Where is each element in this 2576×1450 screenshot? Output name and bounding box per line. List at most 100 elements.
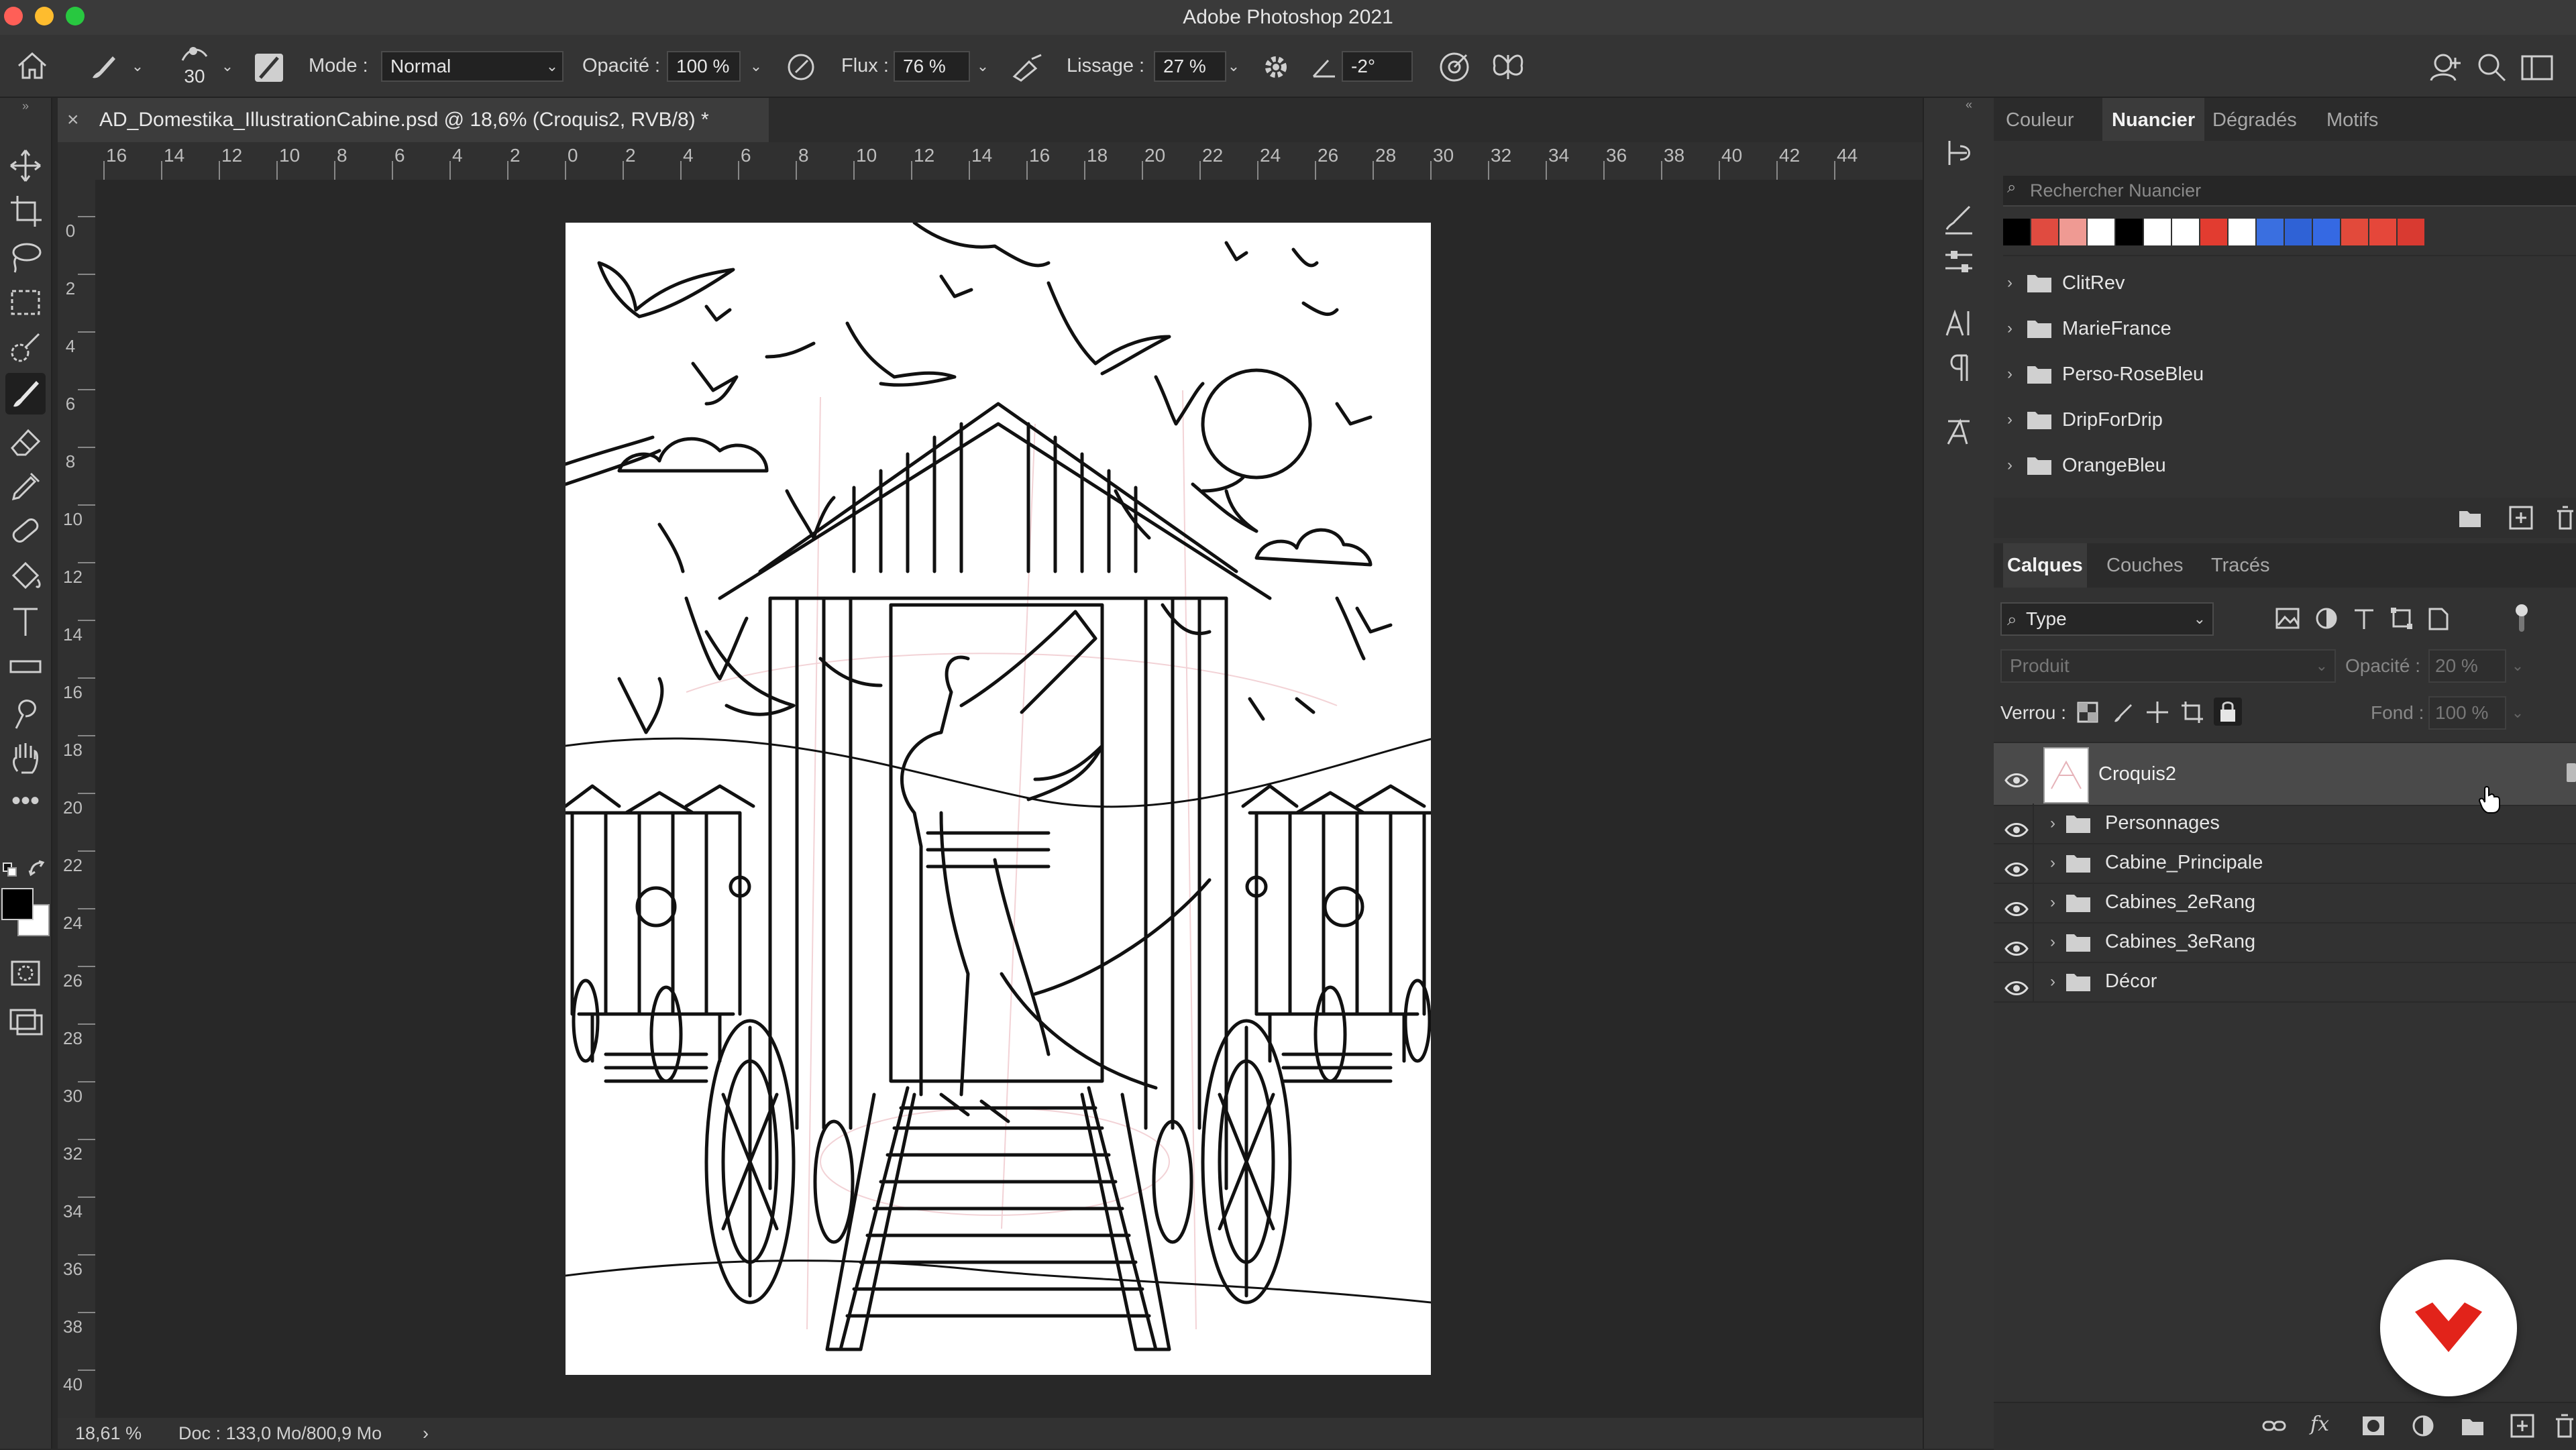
new-layer-icon[interactable]: [2509, 1412, 2536, 1439]
layer-row-d-cor[interactable]: › Décor: [1994, 962, 2576, 1003]
chevron-right-icon[interactable]: ›: [2050, 883, 2055, 922]
brush-tip-icon[interactable]: [176, 40, 213, 67]
history-icon[interactable]: [1940, 134, 1978, 172]
swatch-group-mariefrance[interactable]: › MarieFrance: [1994, 306, 2576, 351]
mode-select[interactable]: Normal: [381, 51, 564, 82]
smudge-tool-icon[interactable]: [5, 692, 46, 734]
layer-filter-select[interactable]: ⌕ Type ⌄: [2000, 602, 2214, 636]
layer-opacity-input[interactable]: 20 %: [2428, 649, 2506, 683]
quick-mask-icon[interactable]: [5, 952, 46, 994]
brush-settings-icon[interactable]: [252, 51, 286, 85]
panel-collapse-icon[interactable]: »: [0, 99, 51, 113]
lock-transparent-pixels-icon[interactable]: [2076, 700, 2100, 724]
chevron-right-icon[interactable]: ›: [2050, 803, 2055, 843]
close-tab-icon[interactable]: ×: [67, 98, 91, 142]
blend-mode-select[interactable]: Produit ⌄: [2000, 649, 2336, 683]
chevron-right-icon[interactable]: ›: [2007, 351, 2012, 397]
home-icon[interactable]: [13, 47, 51, 85]
chevron-right-icon[interactable]: ›: [2007, 397, 2012, 443]
chevron-right-icon[interactable]: ›: [2007, 443, 2012, 488]
chevron-right-icon[interactable]: ›: [2007, 260, 2012, 306]
color-swatch[interactable]: [2059, 219, 2086, 245]
color-swatch[interactable]: [2285, 219, 2312, 245]
horizontal-ruler[interactable]: 16 14 12 10 8 6 4 2 0 2 4 6 8 10 12 14 16 18 20 22 24 26 28 30 3…: [58, 142, 1923, 181]
filter-type-icon[interactable]: [2351, 605, 2377, 632]
lock-all-icon[interactable]: [2214, 698, 2242, 726]
new-group-icon[interactable]: [2459, 1412, 2486, 1439]
chevron-down-icon[interactable]: ⌄: [745, 51, 767, 82]
color-swatch[interactable]: [2200, 219, 2227, 245]
swatch-group-orangebleu[interactable]: › OrangeBleu: [1994, 443, 2576, 488]
add-mask-icon[interactable]: [2360, 1412, 2387, 1439]
color-swatch[interactable]: [2229, 219, 2255, 245]
vertical-ruler[interactable]: 0 2 4 6 8 10 12 14 16 18 20 22 24 26 28 30 32 34 36 38 40: [58, 180, 97, 1418]
tab-calques[interactable]: Calques: [2003, 543, 2087, 588]
pressure-opacity-icon[interactable]: [784, 50, 818, 85]
swatches-search-input[interactable]: ⌕ Rechercher Nuancier: [2003, 176, 2576, 207]
chevron-right-icon[interactable]: ›: [2050, 843, 2055, 883]
chevron-down-icon[interactable]: ⌄: [2508, 649, 2528, 683]
color-swatch[interactable]: [2003, 219, 2030, 245]
gear-icon[interactable]: [1258, 50, 1293, 85]
layer-row-cabine-principale[interactable]: › Cabine_Principale: [1994, 843, 2576, 884]
filter-toggle-icon[interactable]: [2510, 602, 2533, 634]
chevron-down-icon[interactable]: ⌄: [216, 51, 239, 82]
layer-style-fx-icon[interactable]: fx: [2310, 1410, 2337, 1439]
pressure-size-icon[interactable]: [1436, 48, 1473, 86]
color-swatch[interactable]: [2031, 219, 2058, 245]
move-tool-icon[interactable]: [5, 145, 46, 186]
chevron-down-icon[interactable]: ⌄: [2508, 696, 2528, 730]
color-swatch[interactable]: [2172, 219, 2199, 245]
color-swatch[interactable]: [2313, 219, 2340, 245]
crop-tool-icon[interactable]: [5, 190, 46, 232]
filter-pixel-icon[interactable]: [2274, 605, 2301, 632]
filter-smart-object-icon[interactable]: [2424, 605, 2451, 632]
brush-preset-icon[interactable]: [86, 50, 121, 85]
layer-row-cabines-2erang[interactable]: › Cabines_2eRang: [1994, 883, 2576, 924]
paragraph-panel-icon[interactable]: [1940, 349, 1978, 386]
more-tools-icon[interactable]: •••: [5, 783, 46, 825]
color-swatch[interactable]: [2088, 219, 2114, 245]
default-colors-icon[interactable]: [3, 862, 17, 877]
tab-couches[interactable]: Couches: [2106, 543, 2183, 588]
paint-bucket-tool-icon[interactable]: [5, 555, 46, 597]
swatch-group-dripfordrip[interactable]: › DripForDrip: [1994, 397, 2576, 443]
workspace-icon[interactable]: [2518, 48, 2556, 86]
new-adjustment-layer-icon[interactable]: [2410, 1412, 2436, 1439]
glyphs-panel-icon[interactable]: [1940, 413, 1978, 451]
butterfly-symmetry-icon[interactable]: [1488, 48, 1528, 86]
lock-position-icon[interactable]: [2145, 700, 2169, 724]
foreground-color-swatch[interactable]: [1, 888, 34, 920]
brush-tool-icon[interactable]: [5, 373, 46, 414]
swatch-group-perso-rosebleu[interactable]: › Perso-RoseBleu: [1994, 351, 2576, 397]
brush-settings-panel-icon[interactable]: [1940, 199, 1978, 236]
layer-row-personnages[interactable]: › Personnages: [1994, 803, 2576, 844]
color-swatch[interactable]: [2257, 219, 2284, 245]
chevron-down-icon[interactable]: ⌄: [541, 51, 564, 82]
tab-traces[interactable]: Tracés: [2211, 543, 2270, 588]
lock-artboard-icon[interactable]: [2180, 700, 2204, 724]
share-icon[interactable]: [2427, 48, 2465, 86]
eye-icon[interactable]: [2003, 761, 2030, 800]
adjustments-sliders-icon[interactable]: [1940, 243, 1978, 280]
airbrush-icon[interactable]: [1009, 50, 1046, 85]
new-swatch-icon[interactable]: [2506, 503, 2536, 533]
flow-input[interactable]: 76 %: [894, 51, 970, 82]
quick-selection-tool-icon[interactable]: [5, 327, 46, 369]
ruler-tool-icon[interactable]: [5, 647, 46, 688]
marquee-tool-icon[interactable]: [5, 282, 46, 323]
healing-brush-tool-icon[interactable]: [5, 510, 46, 551]
color-swatch[interactable]: [2398, 219, 2424, 245]
delete-layer-icon[interactable]: [2553, 1412, 2576, 1439]
search-icon[interactable]: [2473, 48, 2510, 86]
chevron-right-icon[interactable]: ›: [2007, 306, 2012, 351]
status-menu-icon[interactable]: ›: [423, 1418, 429, 1449]
tab-motifs[interactable]: Motifs: [2326, 98, 2378, 142]
eyedropper-tool-icon[interactable]: [5, 464, 46, 506]
filter-adjustment-icon[interactable]: [2313, 605, 2340, 632]
illustration-canvas[interactable]: [564, 221, 1433, 1375]
lasso-tool-icon[interactable]: [5, 236, 46, 278]
fill-input[interactable]: 100 %: [2428, 696, 2506, 730]
character-panel-icon[interactable]: [1940, 304, 1978, 342]
eye-icon[interactable]: [2003, 968, 2030, 1008]
